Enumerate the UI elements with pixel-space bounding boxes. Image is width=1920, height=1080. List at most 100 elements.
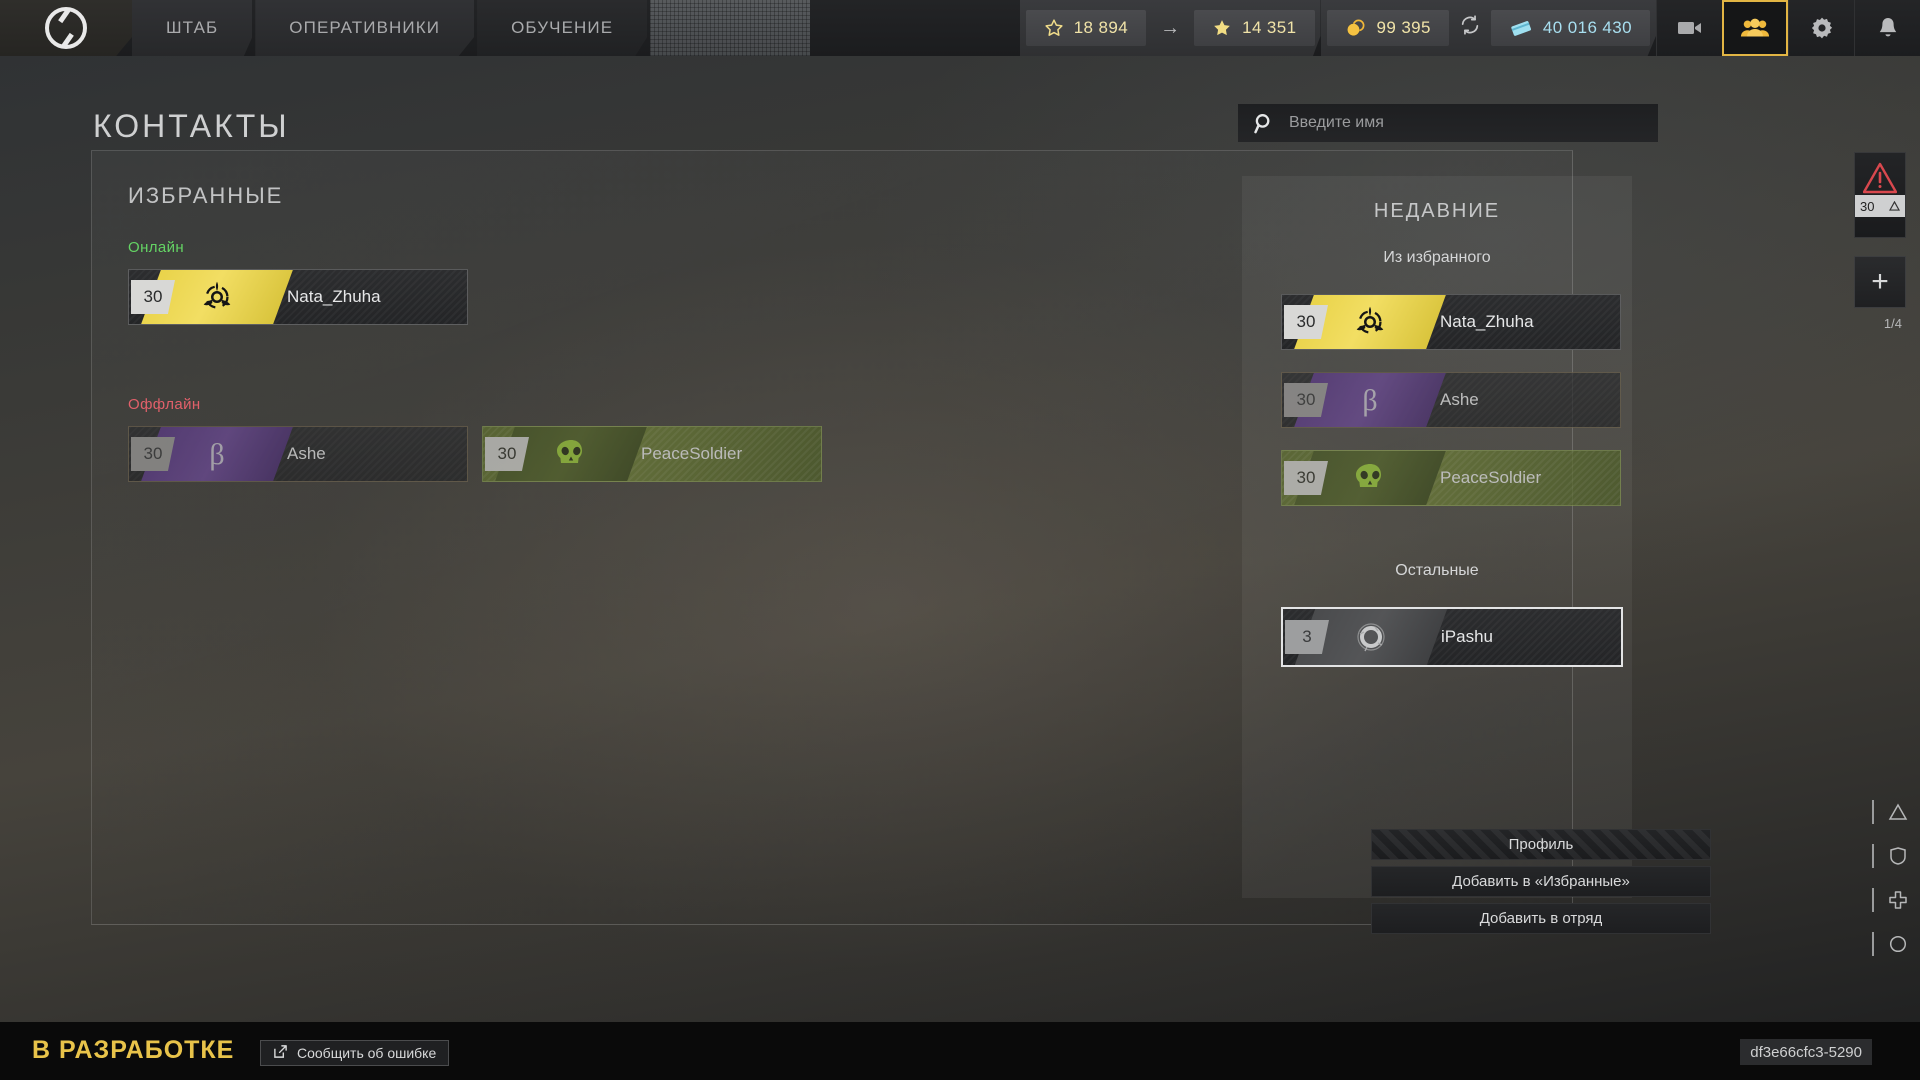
rating-filled-value: 14 351: [1242, 18, 1297, 37]
shutter-logo-icon: [45, 7, 87, 49]
rail-divider: [1872, 932, 1874, 956]
contact-card-offline-0[interactable]: β 30 Ashe: [128, 426, 468, 482]
search-input[interactable]: Введите имя: [1289, 114, 1384, 132]
rating-arrow-icon: →: [1160, 16, 1181, 39]
top-navigation-bar: ШТАБ ОПЕРАТИВНИКИ ОБУЧЕНИЕ 18 894 → 14 3: [0, 0, 1920, 56]
friends-icon: [1740, 18, 1770, 37]
coins-stat[interactable]: 99 395: [1326, 10, 1449, 46]
contact-card-offline-1[interactable]: 30 PeaceSoldier: [482, 426, 822, 482]
skull-icon: [1353, 461, 1387, 495]
card-player-name: PeaceSoldier: [1440, 468, 1542, 487]
right-tool-rail: [1872, 800, 1910, 956]
notifications-icon-button[interactable]: [1854, 0, 1920, 56]
nav-tab-training[interactable]: ОБУЧЕНИЕ: [477, 0, 648, 56]
shield-icon: [1886, 844, 1910, 868]
context-menu-item-add-squad-label: Добавить в отряд: [1479, 910, 1603, 927]
shutter-logo-icon: [1351, 617, 1391, 657]
report-bug-label: Сообщить об ошибке: [297, 1045, 437, 1061]
rail-divider: [1872, 800, 1874, 824]
context-menu-item-add-favorites[interactable]: Добавить в «Избранные»: [1371, 866, 1711, 897]
recent-card-fav-1[interactable]: β 30 Ashe: [1281, 372, 1621, 428]
svg-text:β: β: [1362, 384, 1377, 417]
search-icon: [1254, 113, 1270, 133]
context-menu-item-profile[interactable]: Профиль: [1371, 829, 1711, 860]
card-player-name: PeaceSoldier: [641, 444, 743, 463]
dev-status-label: В РАЗРАБОТКЕ: [32, 1036, 235, 1064]
recent-card-fav-0[interactable]: 30 Nata_Zhuha: [1281, 294, 1621, 350]
video-icon-button[interactable]: [1656, 0, 1722, 56]
svg-text:β: β: [209, 438, 224, 471]
nav-tab-hq[interactable]: ШТАБ: [132, 0, 253, 56]
add-squad-member-button[interactable]: +: [1854, 256, 1906, 308]
external-link-icon: [273, 1044, 288, 1062]
medkit-icon: [1886, 888, 1910, 912]
game-ui-root: ШТАБ ОПЕРАТИВНИКИ ОБУЧЕНИЕ 18 894 → 14 3: [0, 0, 1920, 1080]
recent-from-favorites-label: Из избранного: [1383, 249, 1491, 266]
card-level-badge: 30: [131, 437, 175, 471]
rail-divider: [1872, 888, 1874, 912]
contact-card-online-0[interactable]: 30 Nata_Zhuha: [128, 269, 468, 325]
video-icon: [1677, 22, 1701, 34]
card-level-badge: 30: [1284, 383, 1328, 417]
page-title: КОНТАКТЫ: [93, 108, 290, 144]
rating-outline-value: 18 894: [1073, 18, 1129, 37]
nav-tab-hq-label: ШТАБ: [166, 18, 219, 37]
recent-others-label: Остальные: [1395, 562, 1479, 579]
settings-icon-button[interactable]: [1788, 0, 1854, 56]
rail-item-medkit[interactable]: [1872, 888, 1910, 912]
rating-outline-stat[interactable]: 18 894: [1025, 10, 1147, 46]
rail-item-shield[interactable]: [1872, 844, 1910, 868]
star-filled-icon: [1214, 20, 1230, 36]
triangle-outline-icon: [1886, 800, 1910, 824]
refresh-icon[interactable]: [1449, 14, 1491, 42]
currency-stat-group: 99 395 40 016 430: [1320, 0, 1656, 56]
star-outline-icon: [1045, 19, 1063, 36]
favorites-title: ИЗБРАННЫЕ: [128, 183, 284, 208]
squad-alert-widget[interactable]: 30: [1854, 152, 1906, 238]
card-level-badge: 3: [1285, 620, 1329, 654]
report-bug-button[interactable]: Сообщить об ошибке: [260, 1040, 450, 1066]
online-status-label: Онлайн: [128, 239, 185, 256]
context-menu-item-add-favorites-label: Добавить в «Избранные»: [1452, 873, 1630, 890]
biohazard-icon: [1351, 303, 1389, 341]
rail-divider: [1872, 844, 1874, 868]
rail-item-triangle[interactable]: [1872, 800, 1910, 824]
squad-count-label: 1/4: [1883, 316, 1902, 331]
recent-panel: НЕДАВНИЕ Из избранного 30 Nata_Zhuha β 3…: [1242, 176, 1632, 898]
bell-icon: [1879, 18, 1896, 37]
card-player-name: iPashu: [1441, 627, 1493, 646]
rating-filled-stat[interactable]: 14 351: [1194, 10, 1315, 46]
rail-item-circle[interactable]: [1872, 932, 1910, 956]
friends-icon-button[interactable]: [1722, 0, 1788, 56]
card-level-badge: 30: [1284, 461, 1328, 495]
recent-card-fav-2[interactable]: 30 PeaceSoldier: [1281, 450, 1621, 506]
gear-icon: [1811, 17, 1832, 39]
topbar-texture-panel: [650, 0, 811, 56]
credits-stat[interactable]: 40 016 430: [1490, 10, 1650, 46]
context-menu: Профиль Добавить в «Избранные» Добавить …: [1371, 823, 1711, 934]
footer-bar: В РАЗРАБОТКЕ Сообщить об ошибке df3e66cf…: [0, 1022, 1920, 1080]
contacts-panel: ИЗБРАННЫЕ Онлайн Оффлайн 30 Nata_Zhuha β…: [91, 150, 1711, 934]
skull-icon: [554, 437, 588, 471]
offline-status-label: Оффлайн: [128, 396, 201, 413]
card-level-badge: 30: [485, 437, 529, 471]
nav-tab-operatives-label: ОПЕРАТИВНИКИ: [289, 18, 441, 37]
context-menu-item-add-squad[interactable]: Добавить в отряд: [1371, 903, 1711, 934]
context-menu-item-profile-label: Профиль: [1508, 836, 1574, 853]
credits-value: 40 016 430: [1542, 18, 1632, 37]
coins-value: 99 395: [1376, 18, 1431, 37]
card-level-badge: 30: [131, 280, 175, 314]
card-player-name: Nata_Zhuha: [287, 287, 381, 306]
home-logo-button[interactable]: [0, 0, 132, 56]
beta-icon: β: [1353, 381, 1387, 419]
card-player-name: Ashe: [1440, 390, 1479, 409]
card-player-name: Nata_Zhuha: [1440, 312, 1534, 331]
search-bar[interactable]: Введите имя: [1238, 104, 1658, 142]
recent-title: НЕДАВНИЕ: [1373, 200, 1501, 222]
recent-card-other-0[interactable]: 3 iPashu: [1281, 607, 1623, 667]
circle-icon: [1886, 932, 1910, 956]
nav-tab-training-label: ОБУЧЕНИЕ: [511, 18, 614, 37]
coins-icon: [1347, 19, 1364, 36]
build-id-label: df3e66cfc3-5290: [1740, 1039, 1872, 1065]
nav-tab-operatives[interactable]: ОПЕРАТИВНИКИ: [255, 0, 475, 56]
